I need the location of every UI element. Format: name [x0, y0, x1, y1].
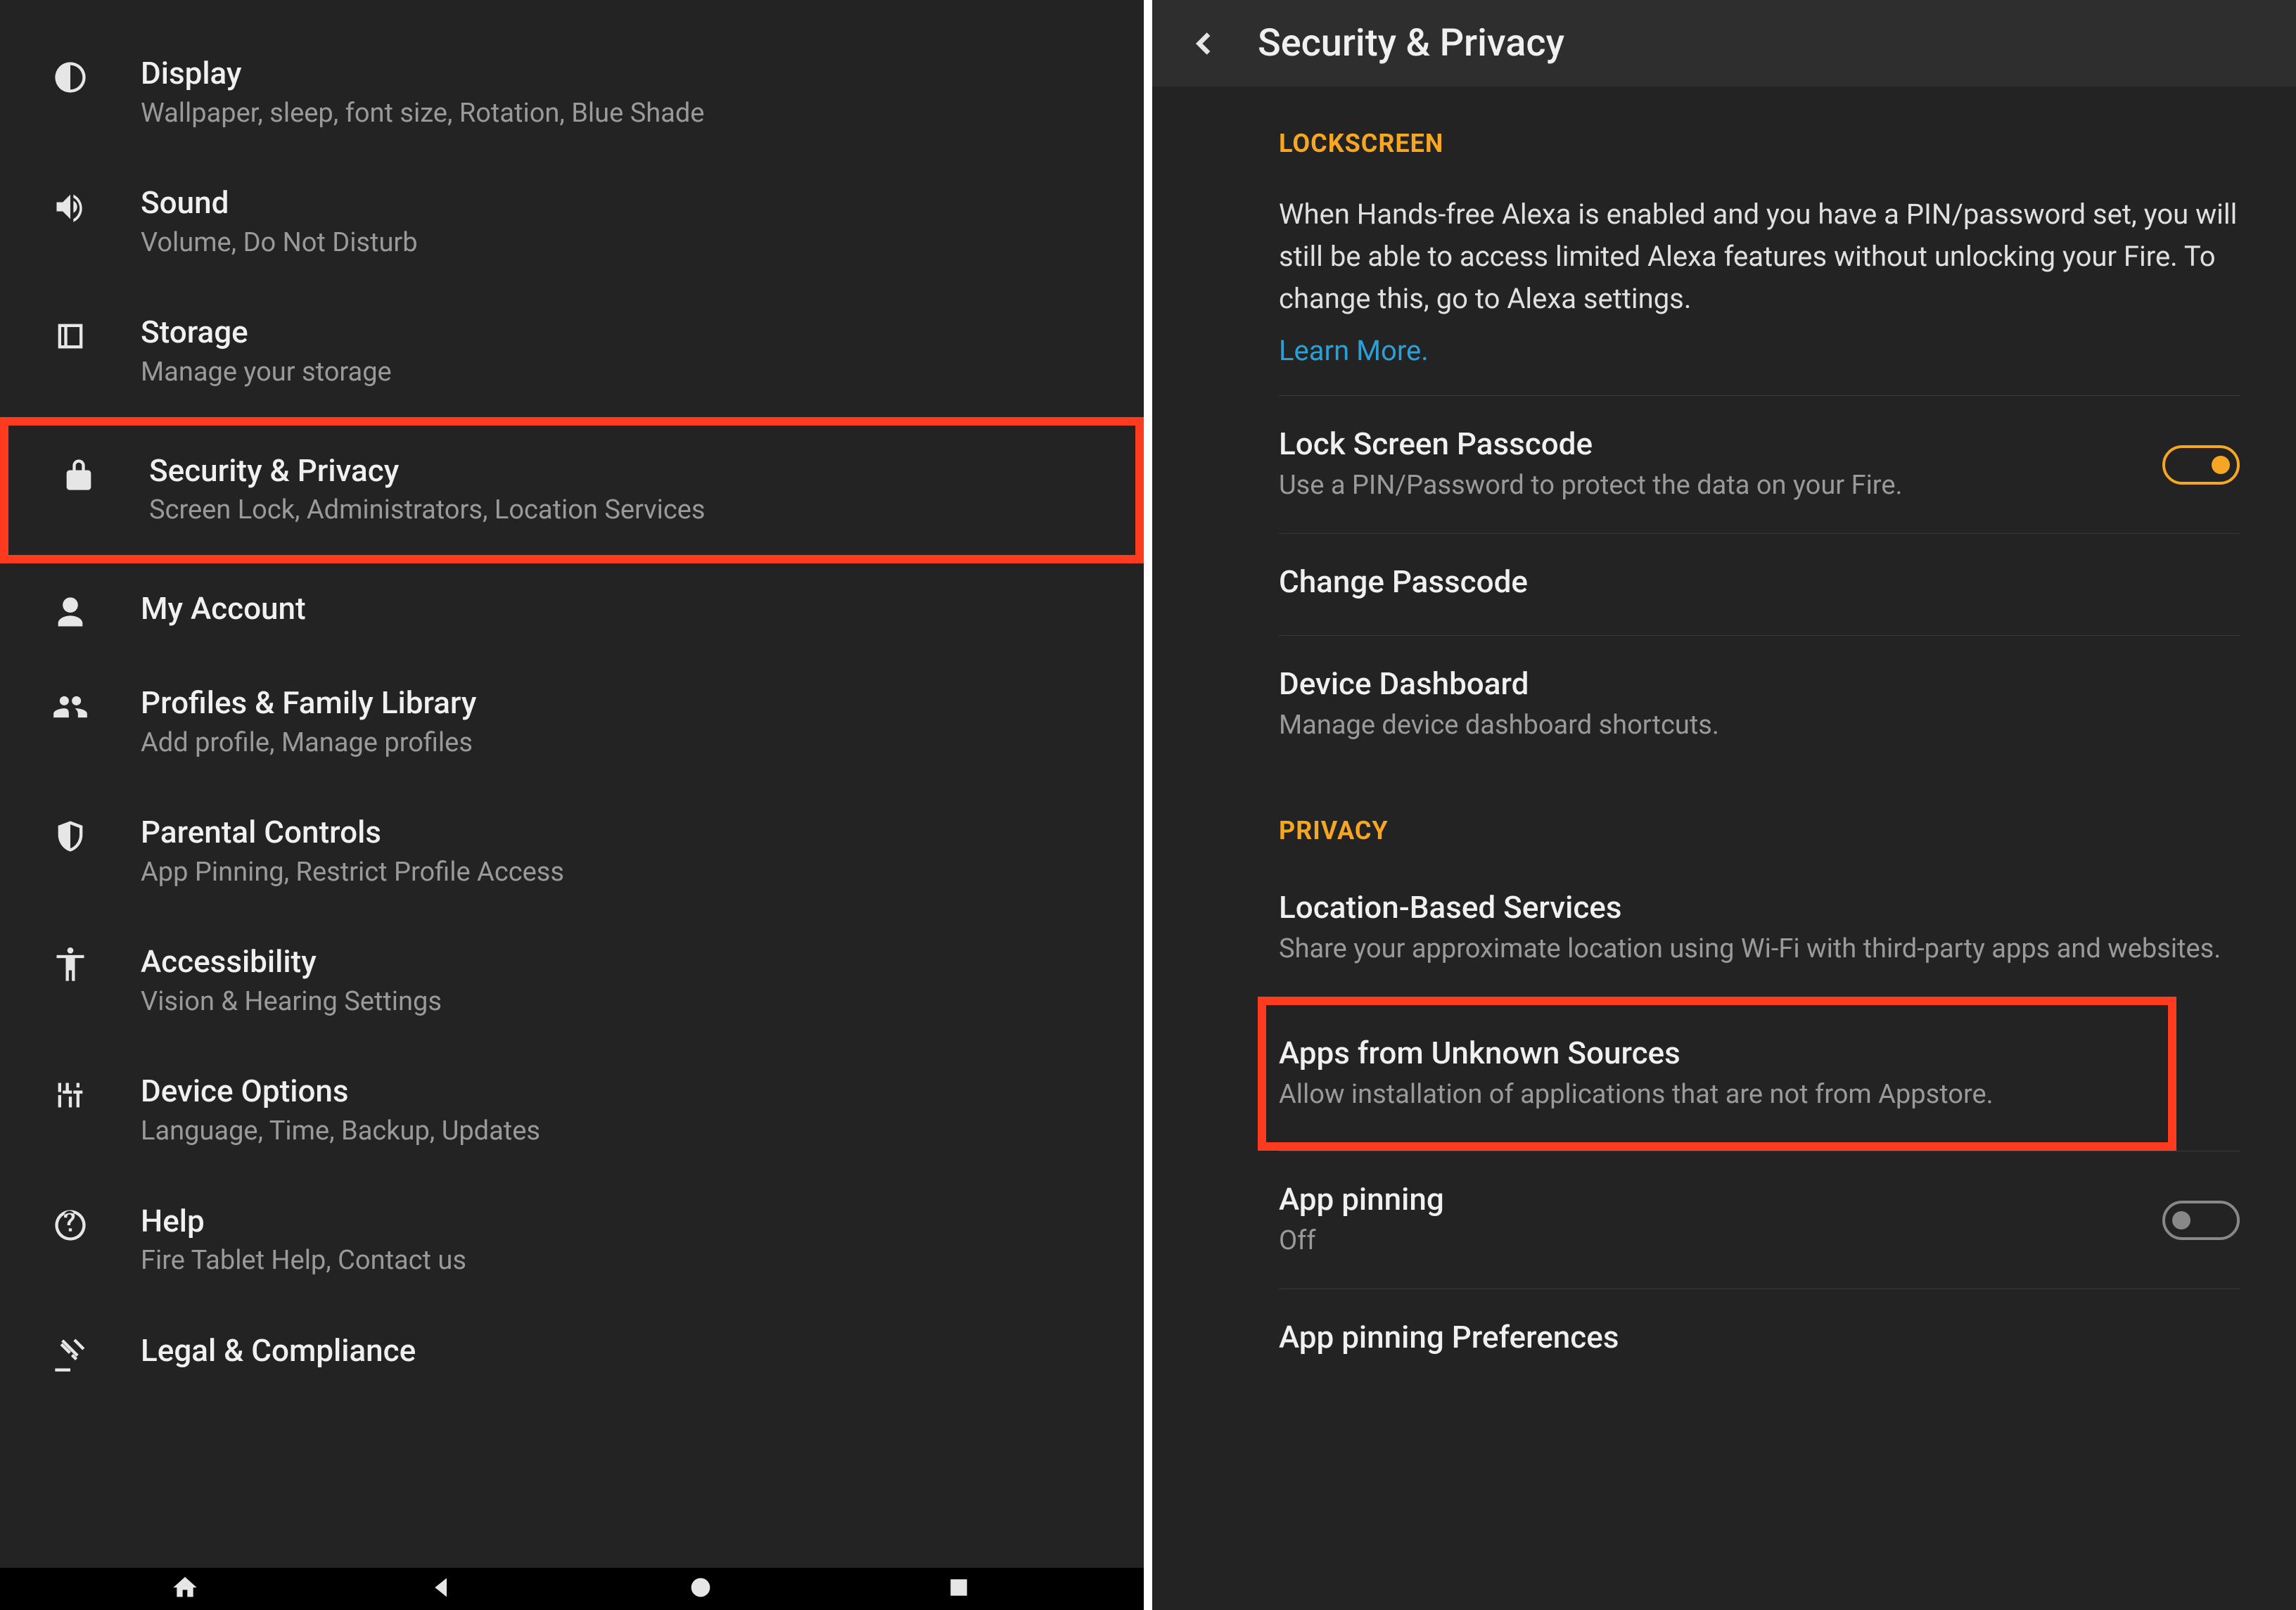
pref-title: Device Dashboard [1279, 665, 2240, 702]
settings-item-subtitle: Language, Time, Backup, Updates [141, 1114, 1102, 1149]
pref-title: Location-Based Services [1279, 889, 2240, 926]
pref-title: Apps from Unknown Sources [1279, 1035, 2161, 1071]
settings-item-profiles[interactable]: Profiles & Family Library Add profile, M… [0, 658, 1144, 787]
nav-recent-icon[interactable] [945, 1573, 973, 1604]
settings-item-display[interactable]: Display Wallpaper, sleep, font size, Rot… [0, 28, 1144, 158]
pref-title: App pinning Preferences [1279, 1319, 2240, 1355]
security-privacy-pane: Security & Privacy Lockscreen When Hands… [1152, 0, 2296, 1610]
app-pinning-toggle[interactable] [2162, 1201, 2240, 1240]
page-title: Security & Privacy [1258, 21, 1564, 65]
pref-app-pinning[interactable]: App pinning Off [1279, 1151, 2240, 1289]
accessibility-icon [42, 943, 98, 984]
settings-item-device-options[interactable]: Device Options Language, Time, Backup, U… [0, 1046, 1144, 1175]
learn-more-link[interactable]: Learn More. [1279, 334, 2240, 395]
display-icon [42, 55, 98, 96]
settings-item-title: Parental Controls [141, 814, 1102, 851]
system-nav-bar [0, 1568, 1144, 1610]
settings-item-accessibility[interactable]: Accessibility Vision & Hearing Settings [0, 916, 1144, 1046]
pref-subtitle: Manage device dashboard shortcuts. [1279, 708, 2240, 743]
settings-item-title: Sound [141, 184, 1102, 222]
pref-unknown-sources[interactable]: Apps from Unknown Sources Allow installa… [1279, 1005, 2161, 1142]
settings-item-parental[interactable]: Parental Controls App Pinning, Restrict … [0, 787, 1144, 916]
settings-item-subtitle: Wallpaper, sleep, font size, Rotation, B… [141, 96, 1102, 131]
section-privacy-header: Privacy [1279, 774, 2240, 860]
pref-subtitle: Allow installation of applications that … [1279, 1077, 2161, 1113]
settings-item-help[interactable]: Help Fire Tablet Help, Contact us [0, 1176, 1144, 1305]
lockscreen-description: When Hands-free Alexa is enabled and you… [1279, 172, 2240, 334]
storage-icon [42, 314, 98, 354]
header-bar: Security & Privacy [1152, 0, 2296, 87]
settings-item-sound[interactable]: Sound Volume, Do Not Disturb [0, 158, 1144, 287]
nav-back-icon[interactable] [429, 1573, 457, 1604]
pref-title: Lock Screen Passcode [1279, 426, 2141, 462]
pref-location-services[interactable]: Location-Based Services Share your appro… [1279, 860, 2240, 997]
pref-title: App pinning [1279, 1181, 2141, 1218]
settings-item-title: Accessibility [141, 943, 1102, 980]
people-icon [42, 684, 98, 725]
settings-item-subtitle: Volume, Do Not Disturb [141, 226, 1102, 260]
pref-change-passcode[interactable]: Change Passcode [1279, 533, 2240, 635]
pref-device-dashboard[interactable]: Device Dashboard Manage device dashboard… [1279, 635, 2240, 773]
sound-icon [42, 184, 98, 225]
settings-item-account[interactable]: My Account [0, 563, 1144, 658]
nav-home-icon[interactable] [171, 1573, 199, 1604]
settings-item-subtitle: Screen Lock, Administrators, Location Se… [149, 493, 1093, 528]
sliders-icon [42, 1073, 98, 1113]
pref-title: Change Passcode [1279, 563, 2240, 600]
settings-item-subtitle: Vision & Hearing Settings [141, 985, 1102, 1019]
pref-app-pinning-preferences[interactable]: App pinning Preferences [1279, 1289, 2240, 1391]
pref-subtitle: Off [1279, 1223, 2141, 1259]
settings-item-title: My Account [141, 590, 1102, 627]
settings-item-subtitle: Fire Tablet Help, Contact us [141, 1244, 1102, 1278]
settings-item-title: Profiles & Family Library [141, 684, 1102, 722]
settings-item-title: Legal & Compliance [141, 1332, 1102, 1369]
settings-item-legal[interactable]: Legal & Compliance [0, 1305, 1144, 1400]
section-lockscreen-header: Lockscreen [1279, 87, 2240, 172]
help-icon [42, 1203, 98, 1244]
person-icon [42, 590, 98, 631]
settings-item-security[interactable]: Security & Privacy Screen Lock, Administ… [0, 417, 1144, 563]
lock-icon [51, 452, 107, 493]
settings-list-pane: Display Wallpaper, sleep, font size, Rot… [0, 0, 1152, 1610]
settings-item-subtitle: Manage your storage [141, 355, 1102, 390]
pref-subtitle: Use a PIN/Password to protect the data o… [1279, 468, 2141, 504]
lock-passcode-toggle[interactable] [2162, 445, 2240, 485]
settings-item-storage[interactable]: Storage Manage your storage [0, 287, 1144, 416]
gavel-icon [42, 1332, 98, 1373]
shield-icon [42, 814, 98, 855]
settings-item-title: Display [141, 55, 1102, 92]
settings-item-subtitle: App Pinning, Restrict Profile Access [141, 855, 1102, 890]
settings-item-title: Storage [141, 314, 1102, 351]
pref-subtitle: Share your approximate location using Wi… [1279, 931, 2240, 967]
settings-item-title: Device Options [141, 1073, 1102, 1110]
pref-lock-passcode[interactable]: Lock Screen Passcode Use a PIN/Password … [1279, 395, 2240, 533]
settings-item-subtitle: Add profile, Manage profiles [141, 726, 1102, 760]
settings-item-title: Help [141, 1203, 1102, 1240]
back-button[interactable] [1187, 30, 1223, 58]
nav-circle-icon[interactable] [687, 1573, 715, 1604]
settings-item-title: Security & Privacy [149, 452, 1093, 490]
